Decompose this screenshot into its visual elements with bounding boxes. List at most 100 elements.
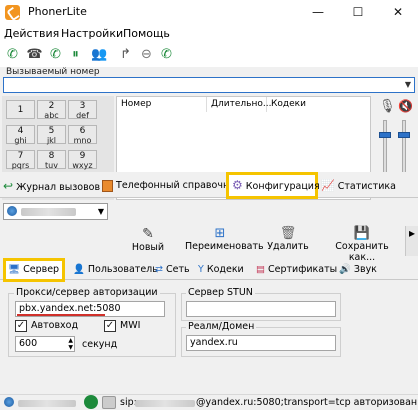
- subtab-server[interactable]: 🖥 Сервер: [3, 258, 65, 282]
- registered-status-icon: [84, 395, 98, 409]
- menu-help[interactable]: Помощь: [123, 27, 170, 40]
- subtab-user-label: Пользователь: [87, 264, 158, 275]
- tab-statistics-label: Статистика: [337, 181, 396, 192]
- globe-icon: [4, 397, 14, 407]
- mwi-label: MWI: [120, 320, 141, 331]
- interval-value: 600: [19, 338, 38, 349]
- record-status-icon: [102, 396, 116, 409]
- key-digit: 2: [48, 101, 55, 111]
- status-text: @yandex.ru:5080;transport=tcp авторизова…: [196, 397, 418, 408]
- status-account-redacted: [18, 400, 76, 407]
- subtab-codecs[interactable]: Y Кодеки: [198, 262, 244, 278]
- phonebook-icon: [102, 179, 113, 192]
- mwi-checkbox[interactable]: ✓: [104, 320, 116, 332]
- delete-account-label: Удалить: [267, 241, 309, 252]
- subtab-sound[interactable]: 🔊 Звук: [339, 262, 377, 278]
- spin-arrows-icon[interactable]: ▲ ▼: [68, 337, 73, 351]
- maximize-button[interactable]: ☐: [338, 0, 378, 24]
- new-account-label: Новый: [131, 242, 165, 253]
- call-icon[interactable]: ✆: [4, 46, 21, 63]
- speaker-mute-icon[interactable]: 🔇: [398, 99, 413, 113]
- subtab-certificates[interactable]: ▤ Сертификаты: [256, 262, 337, 278]
- user-icon: 👤: [73, 264, 85, 275]
- overflow-button[interactable]: ▸: [405, 226, 418, 256]
- subtab-network[interactable]: ⇄ Сеть: [155, 262, 190, 278]
- tab-configuration-label: Конфигурация: [245, 181, 320, 192]
- subtab-codecs-label: Кодеки: [206, 264, 244, 275]
- keypad-key[interactable]: 9 wxyz: [68, 150, 97, 170]
- window-title: PhonerLite: [28, 5, 87, 18]
- hold-icon[interactable]: ✆: [47, 46, 64, 63]
- subtab-network-label: Сеть: [166, 264, 190, 275]
- keypad-key[interactable]: 8 tuv: [37, 150, 66, 170]
- server-icon: 🖥: [8, 264, 21, 275]
- conference-icon[interactable]: 👥: [91, 46, 108, 63]
- column-header-number[interactable]: Номер: [117, 97, 207, 112]
- minimize-button[interactable]: —: [298, 0, 338, 24]
- autologin-checkbox[interactable]: ✓: [15, 320, 27, 332]
- subtab-user[interactable]: 👤 Пользователь: [73, 262, 158, 278]
- chevron-down-icon[interactable]: ▼: [405, 80, 411, 89]
- gear-icon: ⚙: [232, 178, 243, 192]
- key-letters: wxyz: [72, 161, 93, 170]
- key-digit: 7: [17, 151, 24, 161]
- keypad-key[interactable]: 7 pqrs: [6, 150, 35, 170]
- certificate-icon: ▤: [256, 264, 265, 275]
- call-log-icon: ↩: [3, 179, 14, 193]
- tab-configuration[interactable]: ⚙ Конфигурация: [226, 172, 320, 199]
- column-header-codecs[interactable]: Кодеки: [267, 97, 371, 112]
- autologin-label: Автовход: [31, 320, 79, 331]
- mic-volume-slider[interactable]: [379, 132, 391, 139]
- tab-call-log-label: Журнал вызовов: [16, 182, 101, 193]
- realm-input[interactable]: yandex.ru: [186, 335, 336, 351]
- codec-icon: Y: [198, 264, 204, 275]
- settings-phone-icon[interactable]: ✆: [158, 46, 175, 63]
- key-letters: abc: [44, 111, 59, 120]
- dial-number-input[interactable]: ▼: [3, 77, 415, 93]
- subtab-server-label: Сервер: [23, 264, 60, 275]
- keypad-key[interactable]: 5 jkl: [37, 125, 66, 145]
- network-icon: ⇄: [155, 264, 163, 275]
- tab-phonebook[interactable]: Телефонный справочник: [102, 175, 241, 197]
- pause-icon[interactable]: ⏸: [67, 46, 84, 63]
- key-digit: 6: [79, 126, 86, 136]
- key-letters: def: [76, 111, 89, 120]
- key-digit: 3: [79, 101, 86, 111]
- keypad-key[interactable]: 3 def: [68, 100, 97, 120]
- key-digit: 9: [79, 151, 86, 161]
- menu-actions[interactable]: Действия: [4, 27, 59, 40]
- speaker-volume-slider[interactable]: [398, 132, 410, 139]
- keypad-key[interactable]: 6 mno: [68, 125, 97, 145]
- save-icon: 💾: [353, 226, 371, 241]
- forward-icon[interactable]: ↱: [117, 46, 134, 63]
- chart-icon: 📈: [321, 179, 335, 192]
- stop-icon[interactable]: ⊖: [138, 46, 155, 63]
- keypad-key[interactable]: 2 abc: [37, 100, 66, 120]
- transfer-icon[interactable]: ☎: [26, 46, 43, 63]
- new-account-button[interactable]: ✎ Новый: [118, 226, 178, 253]
- key-letters: mno: [73, 136, 92, 145]
- stun-input[interactable]: [186, 301, 336, 317]
- key-letters: tuv: [45, 161, 58, 170]
- column-header-duration[interactable]: Длительно...: [207, 97, 271, 112]
- close-button[interactable]: ✕: [378, 0, 418, 24]
- microphone-icon[interactable]: 🎙: [379, 99, 396, 114]
- realm-label: Реалм/Домен: [186, 321, 257, 332]
- account-select[interactable]: ▼: [3, 203, 108, 220]
- trash-icon: 🗑: [279, 226, 297, 241]
- key-letters: pqrs: [11, 161, 30, 170]
- delete-account-button[interactable]: 🗑 Удалить: [258, 226, 318, 252]
- tab-statistics[interactable]: 📈 Статистика: [321, 175, 396, 197]
- proxy-label: Прокси/сервер авторизации: [14, 287, 160, 298]
- status-user-redacted: [135, 400, 195, 407]
- tab-call-log[interactable]: ↩ Журнал вызовов: [3, 175, 100, 197]
- keypad-key[interactable]: 1: [6, 100, 35, 119]
- menu-settings[interactable]: Настройки: [61, 27, 123, 40]
- keypad-key[interactable]: 4 ghi: [6, 125, 35, 145]
- subtab-certificates-label: Сертификаты: [268, 264, 338, 275]
- interval-spinbox[interactable]: 600 ▲ ▼: [15, 336, 75, 352]
- realm-value: yandex.ru: [190, 337, 238, 348]
- rename-account-button[interactable]: ⊞ Переименовать: [185, 226, 264, 252]
- stun-label: Сервер STUN: [186, 287, 255, 298]
- rename-icon: ⊞: [214, 226, 226, 241]
